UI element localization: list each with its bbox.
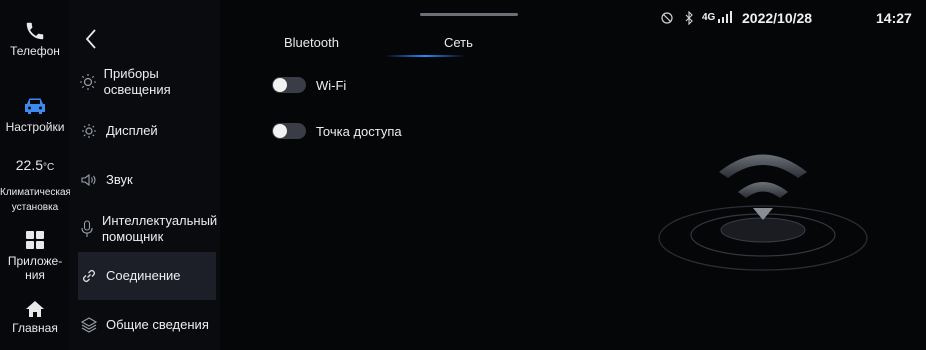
- drag-handle[interactable]: [420, 13, 518, 16]
- home-icon: [26, 301, 44, 317]
- menu-item-sound[interactable]: Звук: [78, 170, 216, 190]
- menu-item-general-info[interactable]: Общие сведения: [78, 315, 216, 335]
- wifi-toggle[interactable]: [272, 77, 306, 93]
- chevron-left-icon: [85, 29, 96, 49]
- menu-item-assistant[interactable]: Интеллектуальный помощник: [78, 212, 218, 246]
- speaker-icon: [81, 173, 96, 187]
- dock-home[interactable]: Главная: [0, 300, 70, 335]
- hotspot-toggle[interactable]: [272, 123, 306, 139]
- climate-label-2: установка: [11, 202, 59, 213]
- menu-item-label: Соединение: [106, 268, 181, 283]
- dock-apps-label-1: Приложе-: [7, 254, 63, 268]
- phone-icon: [26, 22, 44, 40]
- car-icon: [25, 98, 45, 114]
- wifi-row: Wi-Fi: [272, 77, 346, 93]
- dock-home-label: Главная: [12, 321, 58, 335]
- wifi-label: Wi-Fi: [316, 77, 347, 93]
- link-icon: [83, 270, 95, 282]
- menu-item-display[interactable]: Дисплей: [78, 121, 216, 141]
- tab-bluetooth[interactable]: Bluetooth: [284, 35, 339, 50]
- microphone-icon: [81, 220, 93, 237]
- dock-phone-label: Телефон: [10, 44, 60, 58]
- layers-icon: [80, 317, 98, 333]
- active-tab-indicator: [385, 55, 465, 57]
- signal-strength-icon: [718, 11, 732, 23]
- menu-item-lighting[interactable]: Приборы освещения: [78, 66, 216, 97]
- left-dock: Телефон Настройки 22.5°C Климатическая у…: [0, 0, 71, 350]
- dock-phone[interactable]: Телефон: [0, 18, 70, 58]
- temperature-unit: °C: [43, 162, 55, 173]
- menu-item-label: Приборы освещения: [103, 66, 171, 97]
- no-disturb-icon: [661, 12, 673, 24]
- menu-item-label: Звук: [106, 172, 133, 187]
- status-date: 2022/10/28: [742, 10, 813, 26]
- menu-item-connection[interactable]: Соединение: [78, 252, 216, 300]
- temperature-value: 22.5: [15, 157, 43, 173]
- network-type: 4G: [702, 12, 716, 23]
- tab-network[interactable]: Сеть: [444, 35, 473, 50]
- bluetooth-icon: [685, 11, 693, 25]
- menu-item-label-line2: помощник: [102, 229, 164, 244]
- apps-grid-icon: [26, 231, 44, 249]
- status-time: 14:27: [876, 10, 912, 26]
- dock-climate[interactable]: 22.5°C Климатическая установка: [0, 156, 71, 215]
- dock-apps-label-2: ния: [25, 268, 45, 282]
- menu-item-label: Общие сведения: [106, 317, 209, 332]
- lightbulb-icon: [79, 74, 96, 90]
- hotspot-row: Точка доступа: [272, 123, 402, 139]
- menu-item-label-line1: Интеллектуальный: [102, 213, 218, 228]
- wifi-illustration-icon: [658, 154, 868, 271]
- back-button[interactable]: [84, 28, 98, 55]
- dock-settings-label: Настройки: [5, 120, 65, 134]
- brightness-icon: [82, 124, 96, 138]
- menu-item-label: Дисплей: [106, 123, 158, 138]
- dock-settings[interactable]: Настройки: [0, 96, 70, 134]
- hotspot-label: Точка доступа: [316, 123, 402, 139]
- climate-label-1: Климатическая: [0, 187, 71, 198]
- dock-apps[interactable]: Приложе- ния: [0, 230, 70, 282]
